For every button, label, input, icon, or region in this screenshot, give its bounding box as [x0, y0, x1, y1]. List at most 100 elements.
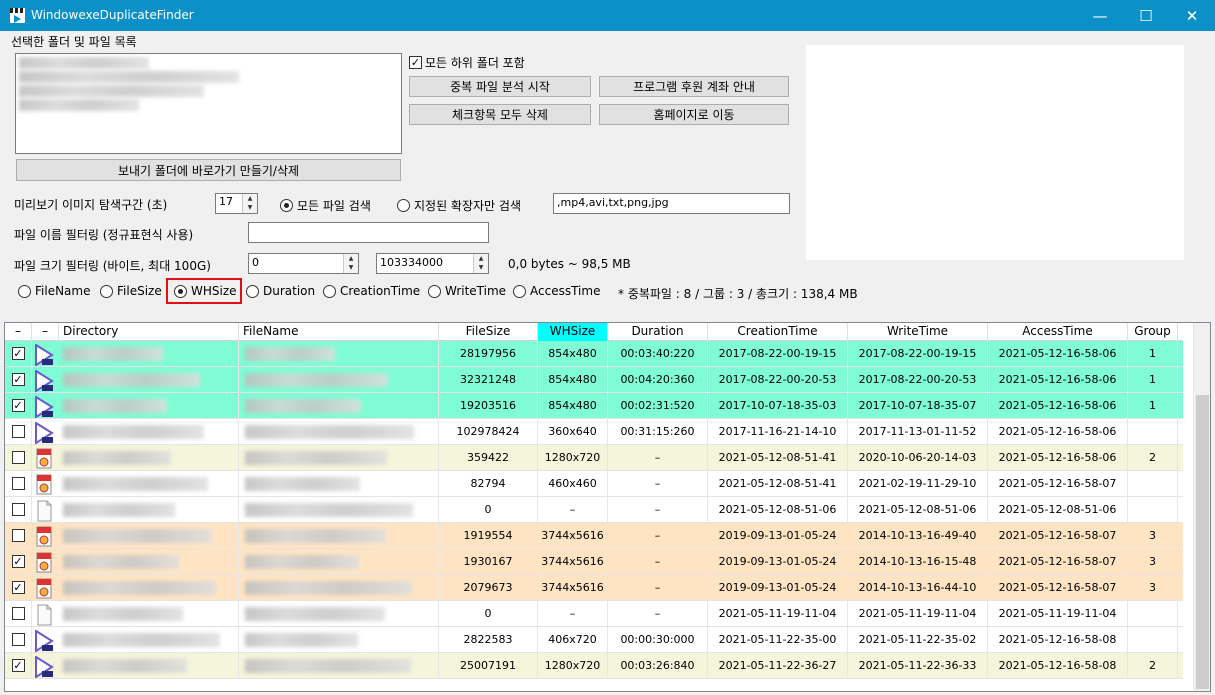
- video-file-icon: [34, 369, 54, 393]
- table-row[interactable]: 1919554 3744x5616–2019-09-13-01-05-24 2014…: [5, 523, 1183, 549]
- ext-only-radio[interactable]: 지정된 확장자만 검색: [397, 197, 521, 214]
- col-header-duration[interactable]: Duration: [608, 323, 708, 341]
- checkbox-empty-icon: [11, 633, 25, 646]
- delete-checked-button[interactable]: 체크항목 모두 삭제: [409, 104, 591, 125]
- row-checkbox[interactable]: [5, 419, 32, 444]
- group-cell: 2: [1128, 445, 1178, 470]
- table-row[interactable]: ✓ 25007191 1280x720 00:03:26:840 2021-05-11-…: [5, 653, 1183, 679]
- table-row[interactable]: 0– –2021-05-12-08-51-06 2021-05-12-08-51-0…: [5, 497, 1183, 523]
- row-checkbox[interactable]: ✓: [5, 367, 32, 392]
- col-header-creationtime[interactable]: CreationTime: [708, 323, 848, 341]
- duration-cell: 00:00:30:000: [608, 627, 708, 652]
- filename-cell: [239, 627, 439, 652]
- checkbox-checked-icon: ✓: [11, 399, 25, 412]
- size-min-input[interactable]: 0 ▲ ▼: [248, 253, 359, 274]
- sort-writetime-radio[interactable]: WriteTime: [428, 284, 506, 298]
- accesstime-cell: 2021-05-12-08-51-06: [988, 497, 1128, 522]
- col-header-icon[interactable]: –: [32, 323, 59, 341]
- col-header-filename[interactable]: FileName: [239, 323, 439, 341]
- group-cell: 3: [1128, 549, 1178, 574]
- row-checkbox[interactable]: [5, 445, 32, 470]
- image-file-icon: [34, 448, 54, 469]
- duration-cell: 00:31:15:260: [608, 419, 708, 444]
- col-header-filesize[interactable]: FileSize: [439, 323, 538, 341]
- table-row[interactable]: ✓ 2079673 3744x5616–2019-09-13-01-05-24 201…: [5, 575, 1183, 601]
- sort-filename-radio[interactable]: FileName: [18, 284, 90, 298]
- maximize-button[interactable]: ☐: [1123, 0, 1169, 31]
- image-file-icon: [34, 526, 54, 547]
- scrollbar-thumb[interactable]: [1196, 395, 1209, 689]
- extensions-input[interactable]: ,mp4,avi,txt,png,jpg: [553, 193, 790, 214]
- sort-filesize-radio[interactable]: FileSize: [100, 284, 162, 298]
- directory-cell: [59, 341, 239, 366]
- table-row[interactable]: 2822583 406x720 00:00:30:000 2021-05-11-22-…: [5, 627, 1183, 653]
- minimize-button[interactable]: —: [1077, 0, 1123, 31]
- accesstime-cell: 2021-05-12-16-58-08: [988, 653, 1128, 678]
- col-header-accesstime[interactable]: AccessTime: [988, 323, 1128, 341]
- radio-empty-icon: [397, 199, 410, 212]
- include-subfolders-label: 모든 하위 폴더 포함: [425, 56, 525, 70]
- col-header-whsize[interactable]: WHSize: [538, 323, 608, 341]
- duration-cell: 00:03:40:220: [608, 341, 708, 366]
- row-checkbox[interactable]: ✓: [5, 549, 32, 574]
- accesstime-cell: 2021-05-12-16-58-07: [988, 549, 1128, 574]
- row-checkbox[interactable]: [5, 497, 32, 522]
- table-row[interactable]: ✓ 28197956 854x480 00:03:40:220 2017-08-22-0…: [5, 341, 1183, 367]
- row-checkbox[interactable]: [5, 601, 32, 626]
- duration-cell: –: [608, 523, 708, 548]
- table-row[interactable]: ✓ 1930167 3744x5616–2019-09-13-01-05-24 201…: [5, 549, 1183, 575]
- table-row[interactable]: ✓ 19203516 854x480 00:02:31:520 2017-10-07-1…: [5, 393, 1183, 419]
- col-header-check[interactable]: –: [5, 323, 32, 341]
- size-max-input[interactable]: 103334000 ▲ ▼: [376, 253, 489, 274]
- row-checkbox[interactable]: ✓: [5, 653, 32, 678]
- table-row[interactable]: 102978424 360x640 00:31:15:260 2017-11-16-2…: [5, 419, 1183, 445]
- folder-list-box[interactable]: [15, 53, 402, 154]
- sort-accesstime-radio[interactable]: AccessTime: [513, 284, 600, 298]
- filename-cell: [239, 653, 439, 678]
- spinner-arrows-icon[interactable]: ▲ ▼: [242, 194, 257, 213]
- row-checkbox[interactable]: ✓: [5, 393, 32, 418]
- duration-cell: 00:04:20:360: [608, 367, 708, 392]
- filesize-cell: 82794: [439, 471, 538, 496]
- col-header-directory[interactable]: Directory: [59, 323, 239, 341]
- table-row[interactable]: 82794 460x460–2021-05-12-08-51-41 2021-02-…: [5, 471, 1183, 497]
- name-filter-input[interactable]: [248, 222, 489, 243]
- table-row[interactable]: 359422 1280x720–2021-05-12-08-51-41 2020-1…: [5, 445, 1183, 471]
- filename-cell: [239, 549, 439, 574]
- spinner-arrows-icon[interactable]: ▲ ▼: [343, 254, 358, 273]
- creationtime-cell: 2021-05-12-08-51-41: [708, 471, 848, 496]
- sendto-shortcut-button[interactable]: 보내기 폴더에 바로가기 만들기/삭제: [16, 159, 401, 181]
- start-analysis-button[interactable]: 중복 파일 분석 시작: [409, 76, 591, 97]
- image-file-icon: [34, 552, 54, 573]
- go-homepage-button[interactable]: 홈페이지로 이동: [599, 104, 789, 125]
- sort-whsize-radio[interactable]: WHSize: [174, 284, 237, 298]
- row-checkbox[interactable]: [5, 471, 32, 496]
- vertical-scrollbar[interactable]: [1193, 323, 1210, 691]
- close-button[interactable]: ✕: [1169, 0, 1215, 31]
- spinner-arrows-icon[interactable]: ▲ ▼: [473, 254, 488, 273]
- sort-duration-radio[interactable]: Duration: [246, 284, 315, 298]
- table-row[interactable]: ✓ 32321248 854x480 00:04:20:360 2017-08-22-0…: [5, 367, 1183, 393]
- sort-creationtime-radio[interactable]: CreationTime: [323, 284, 420, 298]
- row-checkbox[interactable]: [5, 627, 32, 652]
- table-row[interactable]: 0– –2021-05-11-19-11-04 2021-05-11-19-11-0…: [5, 601, 1183, 627]
- preview-interval-label: 미리보기 이미지 탐색구간 (초): [14, 198, 168, 212]
- preview-interval-input[interactable]: 17 ▲ ▼: [215, 193, 258, 214]
- accesstime-cell: 2021-05-12-16-58-07: [988, 575, 1128, 600]
- row-checkbox[interactable]: ✓: [5, 575, 32, 600]
- accesstime-cell: 2021-05-12-16-58-07: [988, 523, 1128, 548]
- creationtime-cell: 2019-09-13-01-05-24: [708, 549, 848, 574]
- grid-header: – – Directory FileName FileSize WHSize D…: [5, 323, 1183, 341]
- row-checkbox[interactable]: ✓: [5, 341, 32, 366]
- blank-file-icon: [34, 604, 54, 626]
- all-files-radio[interactable]: 모든 파일 검색: [280, 197, 371, 214]
- col-header-writetime[interactable]: WriteTime: [848, 323, 988, 341]
- duration-cell: 00:03:26:840: [608, 653, 708, 678]
- preview-image-panel: [806, 45, 1184, 260]
- donation-info-button[interactable]: 프로그램 후원 계좌 안내: [599, 76, 789, 97]
- duplicate-file-grid[interactable]: – – Directory FileName FileSize WHSize D…: [4, 322, 1211, 692]
- creationtime-cell: 2017-10-07-18-35-03: [708, 393, 848, 418]
- col-header-group[interactable]: Group: [1128, 323, 1178, 341]
- row-checkbox[interactable]: [5, 523, 32, 548]
- include-subfolders-checkbox[interactable]: ✓ 모든 하위 폴더 포함: [409, 54, 525, 71]
